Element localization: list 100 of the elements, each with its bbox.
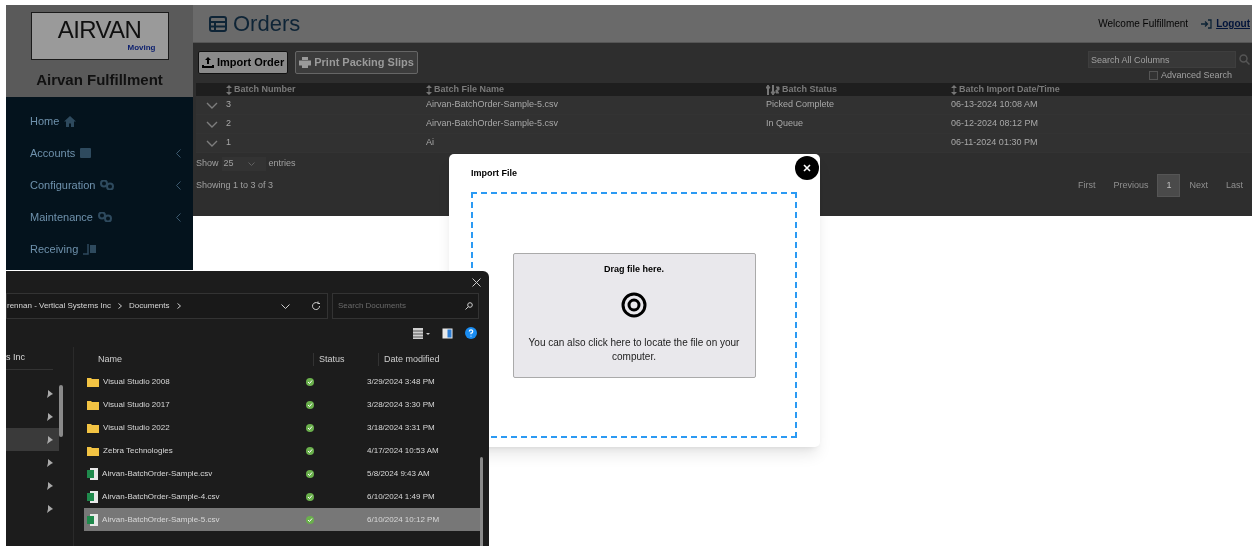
folder-icon: [87, 399, 100, 410]
gears-icon: [98, 212, 112, 222]
spreadsheet-file-icon: [87, 467, 99, 480]
sidebar-item-label: Configuration: [30, 177, 96, 193]
file-row[interactable]: Zebra Technologies 4/17/2024 10:53 AM: [84, 439, 481, 462]
sidebar-item[interactable]: Receiving: [6, 233, 193, 265]
drop-zone[interactable]: Drag file here. You can also click here to locate the file on your computer.: [471, 192, 797, 438]
refresh-icon[interactable]: [311, 301, 321, 311]
sidebar-item[interactable]: Maintenance: [6, 201, 193, 233]
help-icon[interactable]: [465, 327, 477, 339]
close-button[interactable]: [795, 156, 819, 180]
page-link[interactable]: Previous: [1104, 174, 1158, 196]
file-row[interactable]: Airvan-BatchOrder-Sample.csv 5/8/2024 9:43 AM: [84, 462, 481, 485]
sort-icon: [951, 84, 957, 95]
preview-pane-icon[interactable]: [442, 327, 453, 339]
sidebar-item-label: Home: [30, 113, 60, 129]
sidebar-item[interactable]: Home: [6, 105, 193, 137]
search-icon: [465, 302, 473, 310]
view-menu-icon[interactable]: [413, 327, 430, 339]
file-name: Zebra Technologies: [103, 444, 173, 457]
chevron-left-icon: [176, 180, 181, 190]
file-name: Visual Studio 2008: [103, 375, 170, 388]
file-date: 6/10/2024 1:49 PM: [367, 490, 436, 503]
page-link[interactable]: 1: [1157, 173, 1181, 197]
address-bar[interactable]: rennan - Vertical Systems Inc Documents: [6, 293, 328, 319]
chevron-down-icon[interactable]: [281, 303, 290, 309]
table-cell-text: 06-12-2024 08:12 PM: [951, 117, 1040, 131]
advanced-search-checkbox[interactable]: [1148, 71, 1158, 80]
table-info: Showing 1 to 3 of 3: [196, 178, 274, 192]
table-cell-text: 1: [226, 136, 232, 150]
file-date: 4/17/2024 10:53 AM: [367, 444, 440, 457]
page-title: Orders: [233, 10, 301, 38]
file-date: 6/10/2024 10:12 PM: [367, 513, 441, 526]
column-header[interactable]: Batch Status: [766, 83, 951, 97]
file-name: Airvan-BatchOrder-Sample.csv: [102, 467, 213, 480]
file-row[interactable]: Airvan-BatchOrder-Sample-4.csv 6/10/2024 1:49 PM: [84, 485, 481, 508]
file-row[interactable]: Airvan-BatchOrder-Sample-5.csv 6/10/2024 10:12 PM: [84, 508, 481, 531]
spreadsheet-file-icon: [87, 490, 99, 503]
sort-icon: [426, 84, 432, 95]
welcome-text: Welcome Fulfillment: [1098, 17, 1189, 31]
home-icon: [64, 115, 77, 127]
upload-icon: [202, 57, 214, 68]
table-cell-text: 06-11-2024 01:30 PM: [951, 136, 1039, 150]
table-cell-text: 2: [226, 117, 232, 131]
check-circle-icon: [306, 400, 315, 409]
search-placeholder: Search Documents: [338, 300, 407, 312]
file-date: 3/18/2024 3:31 PM: [367, 421, 436, 434]
column-header[interactable]: Batch File Name: [426, 83, 766, 97]
sidebar-item[interactable]: Accounts: [6, 137, 193, 169]
close-icon[interactable]: [472, 277, 481, 287]
card-icon: [80, 148, 92, 158]
search-documents-field[interactable]: Search Documents: [332, 293, 479, 319]
page-link[interactable]: Next: [1180, 174, 1217, 196]
logo-tagline: Moving: [127, 42, 156, 54]
column-header[interactable]: Batch Number: [226, 83, 426, 97]
check-circle-icon: [306, 469, 315, 478]
chevron-left-icon: [176, 212, 181, 222]
sidebar-item-label: Accounts: [30, 145, 76, 161]
sort-order-icon: [766, 84, 780, 95]
table-cell-text: 3: [226, 98, 232, 112]
table-cell-text: 06-13-2024 10:08 AM: [951, 98, 1039, 112]
page-link[interactable]: First: [1068, 174, 1105, 196]
scrollbar: [59, 385, 64, 437]
drop-heading: Drag file here.: [604, 262, 664, 276]
column-header[interactable]: Name: [98, 352, 314, 366]
app-title: Airvan Fulfillment: [36, 70, 163, 90]
show-label: Show: [196, 157, 219, 170]
folder-icon: [87, 445, 100, 456]
file-name: Visual Studio 2017: [103, 398, 170, 411]
entries-label: entries: [268, 157, 296, 170]
column-header[interactable]: Date modified: [378, 352, 481, 366]
table-cell-text: Ai: [426, 136, 435, 150]
table-cell-text: In Queue: [766, 117, 805, 131]
sidebar-item[interactable]: Configuration: [6, 169, 193, 201]
entries-select[interactable]: 25: [221, 157, 266, 171]
breadcrumb-item[interactable]: Documents: [129, 300, 170, 312]
file-name: Airvan-BatchOrder-Sample-5.csv: [102, 513, 220, 526]
page-link[interactable]: Last: [1217, 174, 1252, 196]
printer-icon: [299, 57, 312, 68]
logout-link[interactable]: Logout: [1216, 16, 1250, 31]
sidebar-item-label: Receiving: [30, 241, 79, 257]
check-circle-icon: [306, 515, 315, 524]
file-name: Visual Studio 2022: [103, 421, 170, 434]
dialog-title: Import File: [471, 167, 517, 180]
nav-item[interactable]: s Inc: [6, 347, 53, 370]
column-header[interactable]: Batch Import Date/Time: [951, 83, 1252, 97]
column-header[interactable]: Status: [313, 352, 379, 366]
search-field[interactable]: Search All Columns: [1088, 51, 1236, 68]
chevron-left-icon: [176, 148, 181, 158]
file-name: Airvan-BatchOrder-Sample-4.csv: [102, 490, 220, 503]
folder-icon: [87, 376, 100, 387]
sign-in-icon: [1201, 18, 1213, 29]
sort-icon: [226, 84, 232, 95]
breadcrumb-item[interactable]: rennan - Vertical Systems Inc: [7, 300, 112, 312]
file-date: 3/29/2024 3:48 PM: [367, 375, 436, 388]
drop-hint: You can also click here to locate the file on your computer.: [527, 336, 741, 364]
check-circle-icon: [306, 492, 315, 501]
file-picker-area[interactable]: Drag file here. You can also click here to locate the file on your computer.: [512, 252, 756, 378]
import-button[interactable]: Import Order: [198, 51, 289, 74]
search-icon[interactable]: [1239, 54, 1250, 65]
